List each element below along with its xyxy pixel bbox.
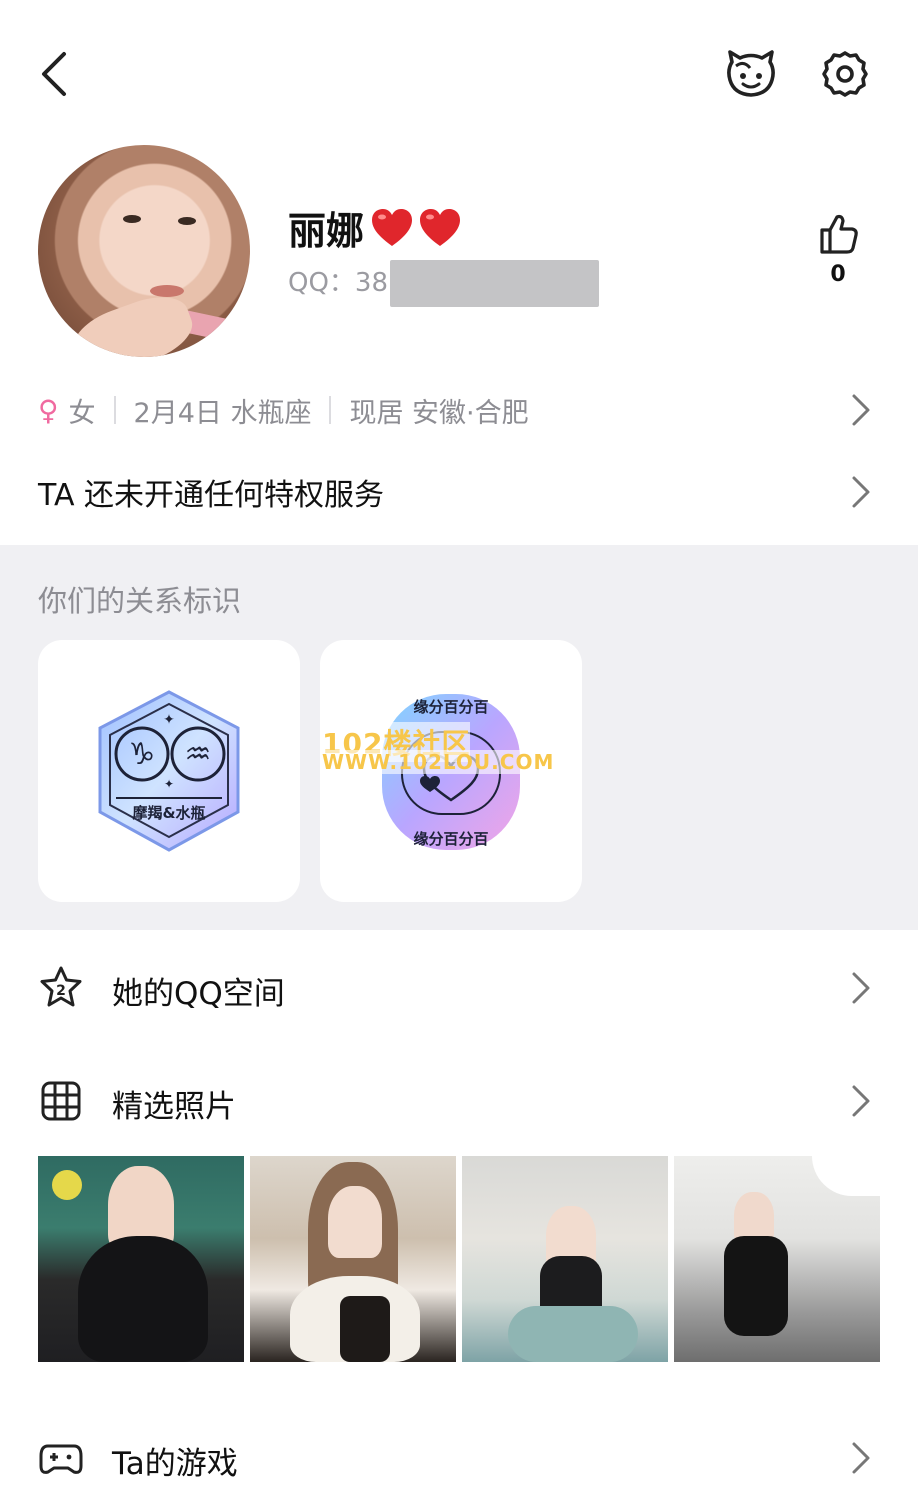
info-chevron[interactable] — [846, 390, 876, 434]
birthday-text: 2月4日 水瓶座 — [133, 397, 312, 429]
photo-thumbnail[interactable] — [462, 1156, 668, 1362]
svg-text:2: 2 — [56, 983, 66, 999]
chevron-right-icon — [852, 476, 870, 508]
photos-icon-wrap — [38, 1078, 84, 1124]
chevron-right-icon — [852, 394, 870, 426]
zodiac-badge-label: 摩羯&水瓶 — [132, 804, 206, 822]
chevron-right-icon — [852, 972, 870, 1004]
svg-text:✦: ✦ — [163, 712, 175, 728]
star-icon: 2 — [40, 966, 82, 1007]
female-icon: ♀ — [38, 393, 59, 427]
back-button[interactable] — [30, 48, 80, 100]
photo-thumbnail[interactable] — [250, 1156, 456, 1362]
zodiac-badge-icon: ♑ ♒ ✦ ✦ — [98, 690, 240, 852]
qzone-chevron[interactable] — [846, 968, 876, 1012]
nickname: 丽娜 — [288, 200, 464, 255]
svg-text:♑: ♑ — [129, 737, 156, 772]
gamepad-icon — [39, 1444, 83, 1474]
back-icon — [42, 52, 66, 96]
divider — [329, 396, 332, 424]
compatibility-label-bottom: 缘分百分百 — [413, 830, 489, 848]
games-icon-wrap — [38, 1436, 84, 1482]
watermark-url: WWW.102LOU.COM — [322, 750, 555, 774]
redaction-box — [390, 260, 599, 307]
info-row[interactable]: ♀ 女 2月4日 水瓶座 现居 安徽·合肥 — [38, 388, 858, 432]
like-count: 0 — [830, 262, 846, 287]
location-text: 现居 安徽·合肥 — [349, 397, 529, 429]
avatar[interactable] — [38, 145, 250, 357]
grid-icon — [41, 1081, 81, 1121]
privilege-chevron[interactable] — [846, 472, 876, 516]
photo-thumbnail[interactable] — [674, 1156, 880, 1362]
nickname-text: 丽娜 — [288, 209, 365, 253]
photos-label: 精选照片 — [112, 1089, 236, 1125]
pet-icon — [727, 50, 775, 97]
relationship-title: 你们的关系标识 — [38, 584, 242, 618]
chevron-right-icon — [852, 1085, 870, 1117]
divider — [113, 396, 116, 424]
svg-text:♒: ♒ — [185, 737, 212, 772]
svg-text:✦: ✦ — [164, 777, 174, 791]
thumbs-up-icon — [820, 214, 858, 254]
chevron-right-icon — [852, 1442, 870, 1474]
games-chevron[interactable] — [846, 1438, 876, 1482]
zodiac-badge-card[interactable]: ♑ ♒ ✦ ✦ 摩羯&水瓶 — [38, 640, 300, 902]
qzone-label: 她的QQ空间 — [112, 976, 285, 1012]
heart-icon — [420, 208, 461, 246]
compatibility-label-top: 缘分百分百 — [413, 698, 489, 716]
heart-icon — [372, 208, 413, 246]
privilege-text[interactable]: TA 还未开通任何特权服务 — [38, 470, 384, 514]
gender-text: 女 — [68, 397, 96, 429]
qq-number: QQ：38 — [288, 268, 389, 298]
pet-button[interactable] — [722, 48, 780, 100]
games-label: Ta的游戏 — [112, 1446, 238, 1482]
settings-button[interactable] — [818, 48, 872, 100]
photo-thumbnail[interactable] — [38, 1156, 244, 1362]
photos-chevron[interactable] — [846, 1081, 876, 1125]
gear-icon — [822, 51, 868, 97]
qzone-icon-wrap: 2 — [38, 964, 84, 1010]
